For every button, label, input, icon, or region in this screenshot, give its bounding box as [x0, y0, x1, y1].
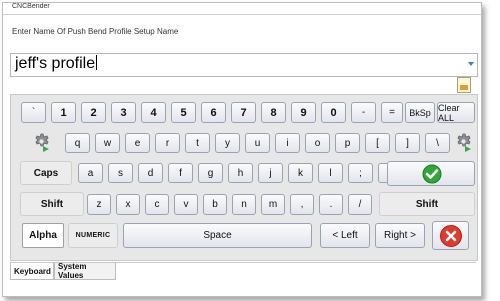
window-title: CNCBender	[12, 3, 50, 10]
key-g[interactable]: g	[198, 163, 223, 183]
key-b[interactable]: b	[203, 194, 227, 215]
key-backspace[interactable]: BkSp	[405, 102, 435, 123]
key-3[interactable]: 3	[111, 102, 136, 123]
dialog-window: CNCBender Enter Name Of Push Bend Profil…	[2, 2, 482, 297]
key-q[interactable]: q	[65, 133, 90, 153]
gear-right-icon[interactable]	[451, 132, 475, 154]
numeric-mode-button[interactable]: NUMERIC	[68, 223, 118, 248]
key-equals[interactable]: =	[381, 102, 403, 123]
key-v[interactable]: v	[174, 194, 198, 215]
key-semicolon[interactable]: ;	[348, 163, 373, 183]
key-open-bracket[interactable]: [	[365, 133, 390, 153]
key-1[interactable]: 1	[51, 102, 76, 123]
key-i[interactable]: i	[275, 133, 300, 153]
key-backtick[interactable]: `	[21, 102, 46, 123]
document-icon[interactable]	[457, 77, 471, 93]
key-t[interactable]: t	[185, 133, 210, 153]
key-u[interactable]: u	[245, 133, 270, 153]
key-f[interactable]: f	[168, 163, 193, 183]
key-left-arrow[interactable]: < Left	[320, 223, 370, 248]
key-x[interactable]: x	[116, 194, 140, 215]
dropdown-arrow-icon[interactable]	[468, 62, 474, 66]
key-l[interactable]: l	[318, 163, 343, 183]
key-7[interactable]: 7	[231, 102, 256, 123]
key-right-arrow[interactable]: Right >	[375, 223, 425, 248]
tab-bar: Keyboard System Values	[10, 262, 476, 280]
key-6[interactable]: 6	[201, 102, 226, 123]
key-shift-right[interactable]: Shift	[379, 192, 475, 216]
key-m[interactable]: m	[261, 194, 285, 215]
key-p[interactable]: p	[335, 133, 360, 153]
key-o[interactable]: o	[305, 133, 330, 153]
profile-name-input[interactable]: jeff's profile	[10, 53, 478, 77]
profile-name-value: jeff's profile	[15, 55, 98, 73]
checkmark-icon	[422, 164, 442, 184]
gear-left-icon[interactable]	[29, 132, 53, 154]
key-0[interactable]: 0	[321, 102, 346, 123]
key-shift-left[interactable]: Shift	[20, 192, 84, 216]
key-4[interactable]: 4	[141, 102, 166, 123]
key-h[interactable]: h	[228, 163, 253, 183]
prompt-label: Enter Name Of Push Bend Profile Setup Na…	[12, 27, 179, 36]
key-close-bracket[interactable]: ]	[395, 133, 420, 153]
key-clear-all[interactable]: Clear ALL	[437, 102, 475, 123]
key-j[interactable]: j	[258, 163, 283, 183]
cancel-button[interactable]	[432, 221, 469, 250]
close-icon	[440, 225, 462, 247]
key-caps[interactable]: Caps	[20, 161, 72, 185]
tab-keyboard[interactable]: Keyboard	[10, 263, 54, 280]
key-k[interactable]: k	[288, 163, 313, 183]
key-y[interactable]: y	[215, 133, 240, 153]
key-space[interactable]: Space	[123, 223, 312, 248]
alpha-mode-button[interactable]: Alpha	[22, 223, 64, 248]
key-5[interactable]: 5	[171, 102, 196, 123]
tab-system-values[interactable]: System Values	[54, 262, 116, 280]
key-slash[interactable]: /	[348, 194, 372, 215]
key-w[interactable]: w	[95, 133, 120, 153]
key-a[interactable]: a	[78, 163, 103, 183]
key-9[interactable]: 9	[291, 102, 316, 123]
key-c[interactable]: c	[145, 194, 169, 215]
ok-button[interactable]	[387, 161, 475, 186]
key-r[interactable]: r	[155, 133, 180, 153]
key-minus[interactable]: -	[351, 102, 376, 123]
key-n[interactable]: n	[232, 194, 256, 215]
key-e[interactable]: e	[125, 133, 150, 153]
onscreen-keyboard: ` 1 2 3 4 5 6 7 8 9 0 - = BkSp Clear ALL…	[10, 94, 478, 261]
text-caret	[96, 55, 98, 70]
key-backslash[interactable]: \	[425, 133, 450, 153]
key-2[interactable]: 2	[81, 102, 106, 123]
key-d[interactable]: d	[138, 163, 163, 183]
key-s[interactable]: s	[108, 163, 133, 183]
key-comma[interactable]: ,	[290, 194, 314, 215]
key-period[interactable]: .	[319, 194, 343, 215]
profile-name-text: jeff's profile	[15, 55, 96, 72]
key-z[interactable]: z	[87, 194, 111, 215]
key-8[interactable]: 8	[261, 102, 286, 123]
title-bar: CNCBender	[3, 3, 481, 15]
